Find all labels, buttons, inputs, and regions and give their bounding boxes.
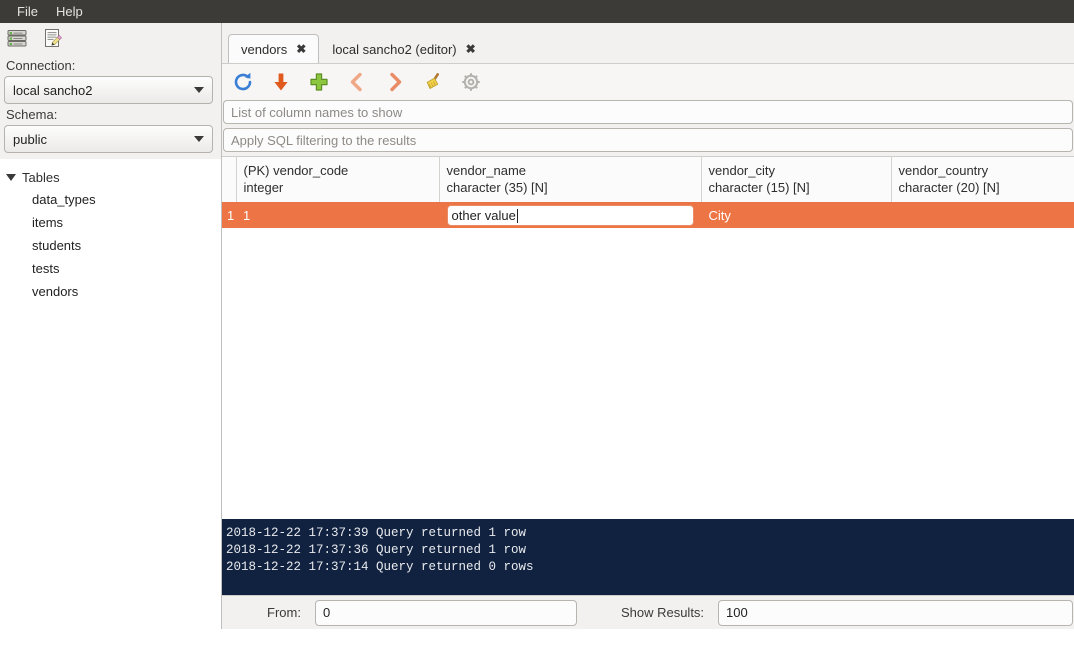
- database-server-icon[interactable]: [6, 27, 28, 52]
- tree-root-tables[interactable]: Tables: [0, 167, 221, 188]
- sql-filter-input[interactable]: [223, 128, 1073, 152]
- grid-toolbar: [222, 63, 1074, 100]
- connection-panel: Connection: local sancho2 Schema: public: [0, 55, 221, 159]
- connection-label: Connection:: [6, 58, 76, 73]
- from-label: From:: [267, 605, 301, 620]
- editor-document-icon[interactable]: [42, 27, 64, 52]
- show-results-label: Show Results:: [620, 605, 705, 620]
- settings-gear-icon[interactable]: [458, 69, 484, 95]
- cell-vendor_name[interactable]: other value: [439, 202, 701, 228]
- column-type: character (20) [N]: [898, 180, 1000, 195]
- results-grid: (PK) vendor_code integer vendor_name cha…: [222, 156, 1074, 519]
- clear-broom-icon[interactable]: [420, 69, 446, 95]
- column-type: character (35) [N]: [446, 180, 548, 195]
- refresh-icon[interactable]: [230, 69, 256, 95]
- column-name: vendor_country: [898, 163, 989, 178]
- connection-select[interactable]: local sancho2: [4, 76, 213, 104]
- chevron-down-icon: [194, 87, 204, 93]
- status-bar: From: Show Results:: [222, 595, 1074, 629]
- download-arrow-icon[interactable]: [268, 69, 294, 95]
- show-results-input[interactable]: [718, 599, 1073, 626]
- text-caret: [516, 208, 518, 223]
- sidebar-item-vendors[interactable]: vendors: [0, 280, 221, 303]
- connection-value: local sancho2: [13, 82, 93, 98]
- tab-editor-label: local sancho2 (editor): [332, 41, 457, 57]
- tab-bar: vendors ✖ local sancho2 (editor) ✖: [222, 23, 1074, 63]
- tree-root-label: Tables: [22, 170, 60, 185]
- menu-bar: File Help: [0, 0, 1074, 23]
- schema-select[interactable]: public: [4, 125, 213, 153]
- tab-vendors[interactable]: vendors ✖: [228, 34, 320, 63]
- sidebar-item-students[interactable]: students: [0, 234, 221, 257]
- add-row-icon[interactable]: [306, 69, 332, 95]
- from-input[interactable]: [314, 599, 577, 626]
- sidebar-item-data_types[interactable]: data_types: [0, 188, 221, 211]
- log-line: 2018-12-22 17:37:14 Query returned 0 row…: [226, 560, 534, 574]
- close-icon[interactable]: ✖: [296, 43, 306, 55]
- filter-bar: [222, 100, 1074, 156]
- tab-local-sancho2-editor[interactable]: local sancho2 (editor) ✖: [319, 34, 488, 63]
- cell-vendor_code[interactable]: 1: [236, 202, 439, 228]
- column-header-vendor_country[interactable]: vendor_country character (20) [N]: [891, 157, 1074, 203]
- previous-page-icon[interactable]: [344, 69, 370, 95]
- row-number: 1: [222, 202, 236, 228]
- sidebar-item-items[interactable]: items: [0, 211, 221, 234]
- column-header-vendor_code[interactable]: (PK) vendor_code integer: [236, 157, 440, 203]
- column-name: vendor_city: [708, 163, 775, 178]
- column-name: (PK) vendor_code: [243, 163, 349, 178]
- cell-editor-input[interactable]: other value: [446, 205, 694, 226]
- menu-item-help[interactable]: Help: [47, 0, 92, 23]
- sidebar-toolbar: [0, 23, 221, 55]
- table-row[interactable]: 1 1 other value City: [222, 202, 1074, 228]
- query-log-console[interactable]: 2018-12-22 17:37:39 Query returned 1 row…: [222, 519, 1074, 595]
- cell-editor-value: other value: [451, 208, 516, 223]
- close-icon[interactable]: ✖: [466, 43, 476, 55]
- table-header-row: (PK) vendor_code integer vendor_name cha…: [222, 157, 1074, 203]
- sidebar: Connection: local sancho2 Schema: public…: [0, 23, 222, 655]
- column-type: integer: [243, 180, 284, 195]
- log-line: 2018-12-22 17:37:39 Query returned 1 row: [226, 526, 527, 540]
- cell-vendor_city[interactable]: City: [701, 202, 891, 228]
- column-header-vendor_city[interactable]: vendor_city character (15) [N]: [701, 157, 892, 203]
- cell-vendor_country[interactable]: [891, 202, 1074, 228]
- content-area: vendors ✖ local sancho2 (editor) ✖ List …: [222, 23, 1074, 629]
- tab-vendors-label: vendors: [241, 41, 288, 57]
- next-page-icon[interactable]: [382, 69, 408, 95]
- column-header-vendor_name[interactable]: vendor_name character (35) [N]: [439, 157, 702, 203]
- row-gutter-header: [222, 157, 237, 203]
- column-name: vendor_name: [446, 163, 527, 178]
- tables-tree: Tables data_types items students tests v…: [0, 159, 221, 655]
- menu-item-file[interactable]: File: [8, 0, 47, 23]
- results-table: (PK) vendor_code integer vendor_name cha…: [222, 157, 1074, 228]
- schema-label: Schema:: [6, 107, 58, 122]
- app-body: Connection: local sancho2 Schema: public…: [0, 23, 1074, 655]
- columns-filter-input[interactable]: [223, 100, 1073, 124]
- log-line: 2018-12-22 17:37:36 Query returned 1 row: [226, 543, 527, 557]
- chevron-down-icon: [194, 136, 204, 142]
- expand-triangle-icon[interactable]: [6, 174, 16, 181]
- schema-value: public: [13, 131, 47, 147]
- sidebar-item-tests[interactable]: tests: [0, 257, 221, 280]
- column-type: character (15) [N]: [708, 180, 810, 195]
